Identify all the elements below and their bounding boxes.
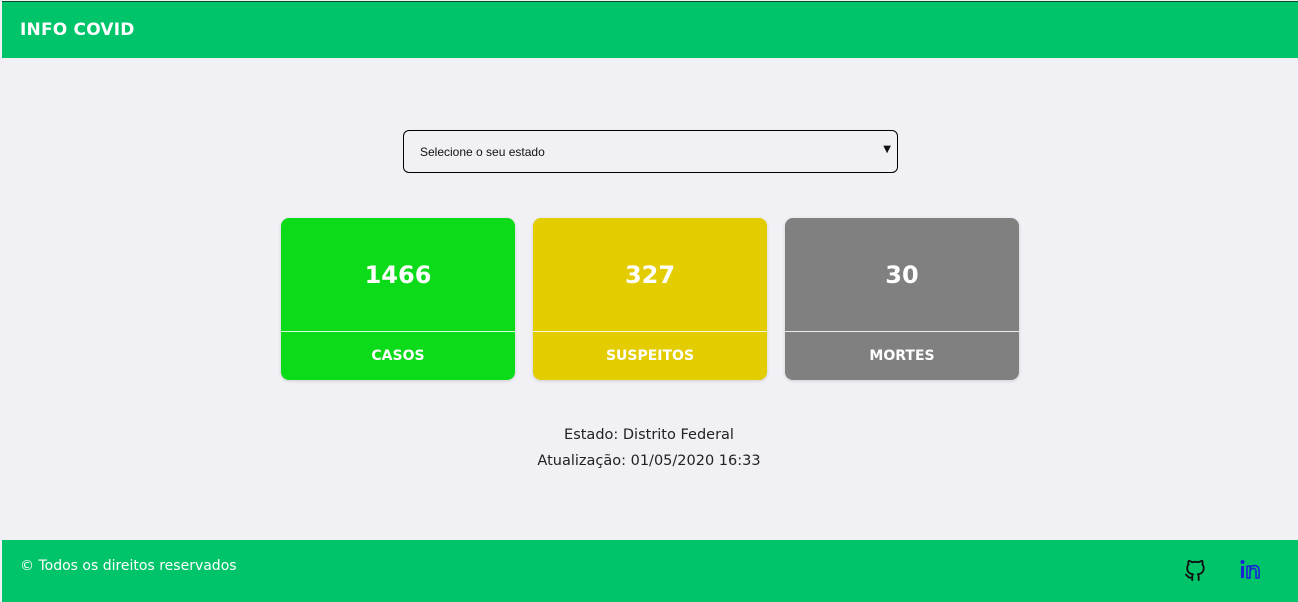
app-title: INFO COVID <box>20 20 135 40</box>
suspeitos-value: 327 <box>624 260 676 289</box>
card-suspeitos: 327 SUSPEITOS <box>533 218 767 380</box>
atualizacao-text: Atualização: 01/05/2020 16:33 <box>537 453 761 469</box>
casos-label: CASOS <box>371 348 425 364</box>
card-mortes: 30 MORTES <box>785 218 1019 380</box>
casos-value: 1466 <box>364 260 432 289</box>
suspeitos-label: SUSPEITOS <box>605 348 695 364</box>
main-content: Selecione o seu estado ▼ 1466 CASOS 327 … <box>0 58 1298 540</box>
card-casos: 1466 CASOS <box>281 218 515 380</box>
mortes-value: 30 <box>885 260 919 289</box>
dropdown-arrow-icon: ▼ <box>883 144 891 155</box>
github-icon[interactable] <box>1184 559 1206 582</box>
linkedin-icon[interactable] <box>1238 558 1264 582</box>
update-info: Estado: Distrito Federal Atualização: 01… <box>0 422 1298 474</box>
app-header: INFO COVID <box>2 1 1298 58</box>
state-select-value: Selecione o seu estado <box>420 144 545 159</box>
app-footer: © Todos os direitos reservados <box>2 540 1298 602</box>
mortes-label: MORTES <box>869 348 935 364</box>
copyright-text: © Todos os direitos reservados <box>20 558 237 574</box>
estado-text: Estado: Distrito Federal <box>564 427 734 443</box>
state-select[interactable]: Selecione o seu estado ▼ <box>403 130 898 173</box>
